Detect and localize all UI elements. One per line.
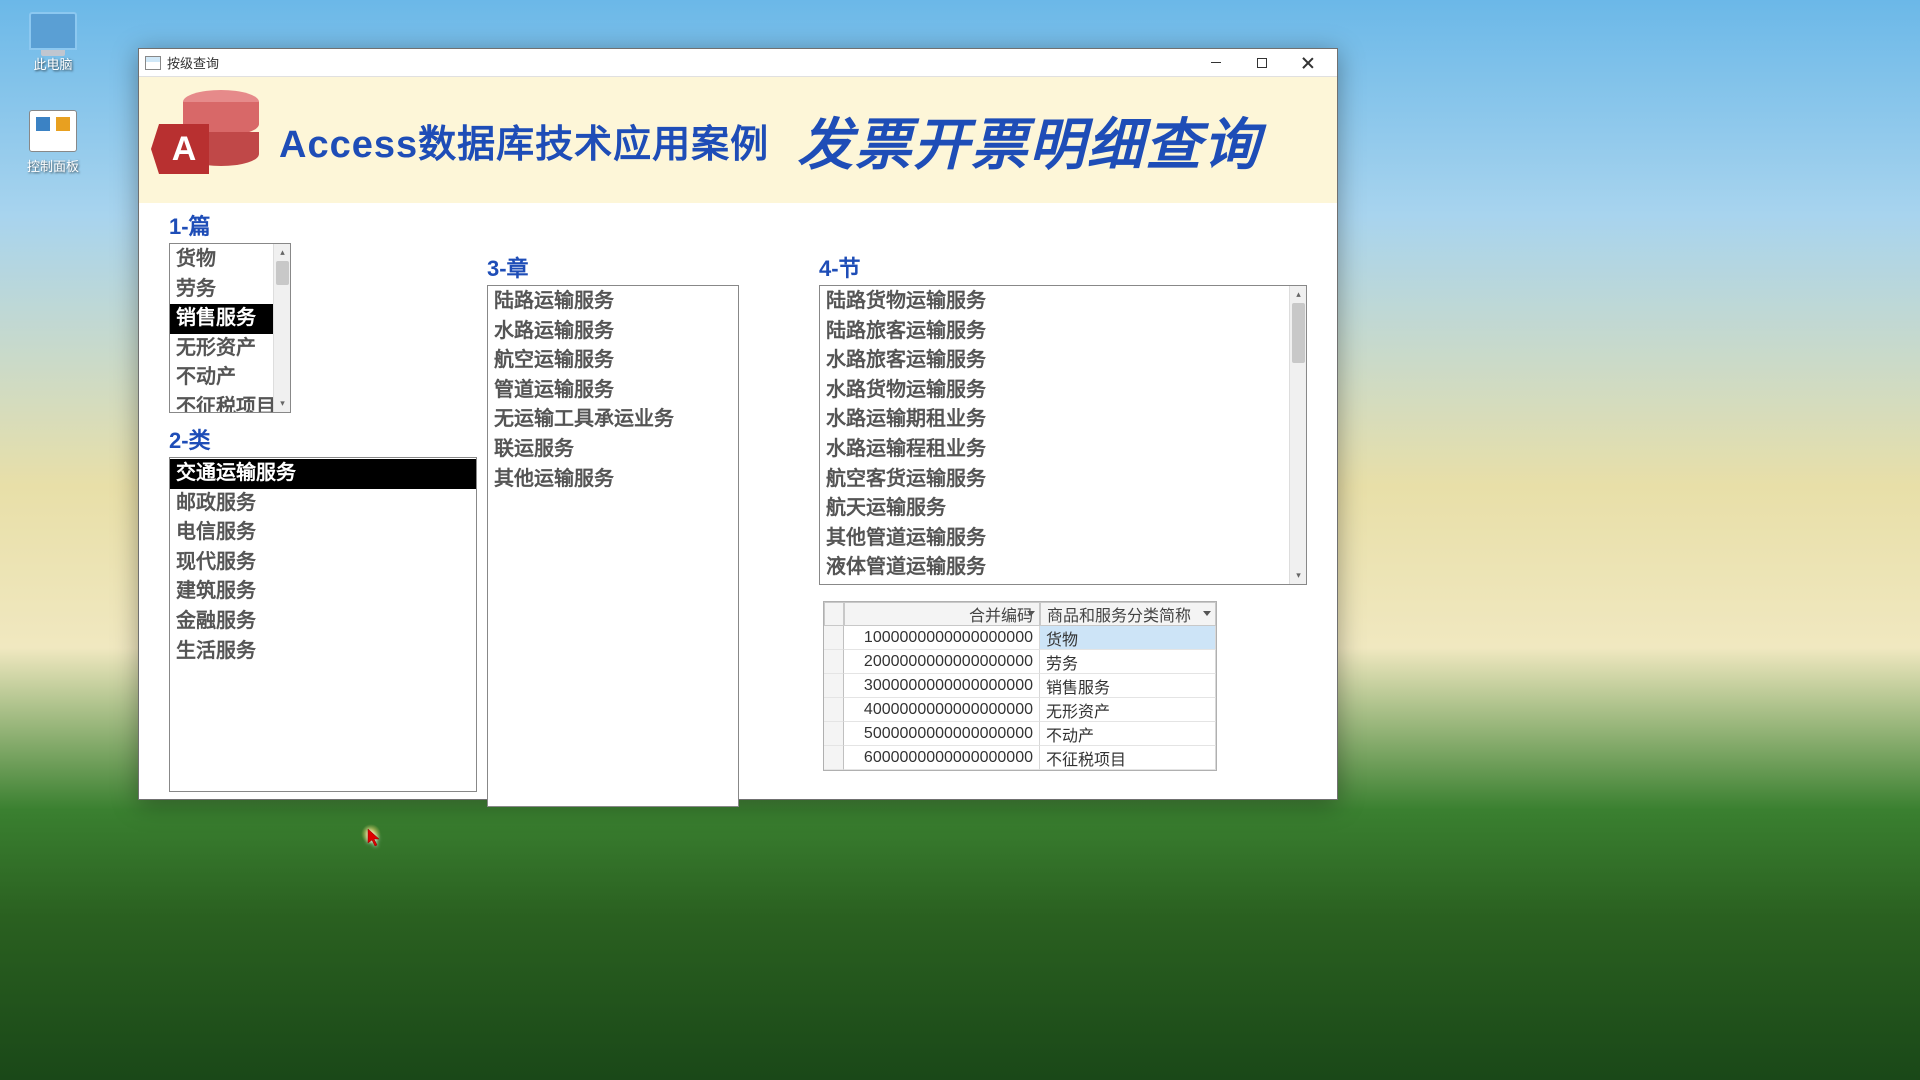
list-item[interactable]: 生活服务 bbox=[170, 637, 476, 667]
list-item[interactable]: 货物 bbox=[170, 245, 290, 275]
cell-name[interactable]: 劳务 bbox=[1040, 650, 1216, 674]
scroll-thumb[interactable] bbox=[1292, 303, 1305, 363]
table-row[interactable]: 4000000000000000000无形资产 bbox=[824, 698, 1216, 722]
section-label-1: 1-篇 bbox=[169, 209, 479, 241]
access-logo: A bbox=[159, 90, 259, 190]
list-item[interactable]: 其他管道运输服务 bbox=[820, 524, 1306, 554]
list-item[interactable]: 邮政服务 bbox=[170, 489, 476, 519]
table-row[interactable]: 2000000000000000000劳务 bbox=[824, 650, 1216, 674]
list-item[interactable]: 陆路运输服务 bbox=[488, 287, 738, 317]
list-item[interactable]: 气体管道运输服务 bbox=[820, 583, 1306, 585]
datagrid-header: 合并编码 商品和服务分类简称 bbox=[824, 602, 1216, 626]
listbox-zhang[interactable]: 陆路运输服务水路运输服务航空运输服务管道运输服务无运输工具承运业务联运服务其他运… bbox=[487, 285, 739, 807]
dropdown-icon[interactable] bbox=[1203, 611, 1211, 616]
list-item[interactable]: 劳务 bbox=[170, 275, 290, 305]
cell-name[interactable]: 不动产 bbox=[1040, 722, 1216, 746]
section-label-3: 3-章 bbox=[487, 251, 741, 283]
dropdown-icon[interactable] bbox=[1027, 611, 1035, 616]
list-item[interactable]: 现代服务 bbox=[170, 548, 476, 578]
control-panel-icon bbox=[29, 110, 77, 152]
list-item[interactable]: 航空客货运输服务 bbox=[820, 465, 1306, 495]
row-selector-header[interactable] bbox=[824, 602, 844, 626]
row-selector[interactable] bbox=[824, 722, 844, 746]
body-area: 1-篇 货物劳务销售服务无形资产不动产不征税项目 ▴ ▾ 2-类 交通运输服务邮… bbox=[139, 203, 1337, 799]
column-header-name[interactable]: 商品和服务分类简称 bbox=[1040, 602, 1216, 626]
pc-icon bbox=[29, 12, 77, 50]
minimize-button[interactable] bbox=[1193, 50, 1239, 76]
app-window: 按级查询 A Access数据库技术应用案例 发票开票明细查询 1-篇 货物劳务… bbox=[138, 48, 1338, 800]
desktop-icon-label: 控制面板 bbox=[8, 156, 98, 175]
desktop-icon-label: 此电脑 bbox=[8, 54, 98, 73]
list-item[interactable]: 其他运输服务 bbox=[488, 465, 738, 495]
scroll-down-icon[interactable]: ▾ bbox=[274, 395, 291, 412]
window-title: 按级查询 bbox=[167, 53, 219, 72]
desktop-icon-this-pc[interactable]: 此电脑 bbox=[8, 12, 98, 73]
section-label-2: 2-类 bbox=[169, 423, 479, 455]
table-row[interactable]: 3000000000000000000销售服务 bbox=[824, 674, 1216, 698]
list-item[interactable]: 电信服务 bbox=[170, 518, 476, 548]
cell-name[interactable]: 货物 bbox=[1040, 626, 1216, 650]
cell-code[interactable]: 3000000000000000000 bbox=[844, 674, 1040, 698]
list-item[interactable]: 金融服务 bbox=[170, 607, 476, 637]
row-selector[interactable] bbox=[824, 698, 844, 722]
table-row[interactable]: 5000000000000000000不动产 bbox=[824, 722, 1216, 746]
list-item[interactable]: 无形资产 bbox=[170, 334, 290, 364]
list-item[interactable]: 水路运输程租业务 bbox=[820, 435, 1306, 465]
table-row[interactable]: 6000000000000000000不征税项目 bbox=[824, 746, 1216, 770]
scroll-down-icon[interactable]: ▾ bbox=[1290, 567, 1307, 584]
mouse-cursor bbox=[367, 828, 383, 848]
listbox-jie[interactable]: 陆路货物运输服务陆路旅客运输服务水路旅客运输服务水路货物运输服务水路运输期租业务… bbox=[819, 285, 1307, 585]
cell-code[interactable]: 4000000000000000000 bbox=[844, 698, 1040, 722]
list-item[interactable]: 水路运输期租业务 bbox=[820, 405, 1306, 435]
maximize-button[interactable] bbox=[1239, 50, 1285, 76]
listbox-lei[interactable]: 交通运输服务邮政服务电信服务现代服务建筑服务金融服务生活服务 bbox=[169, 457, 477, 792]
row-selector[interactable] bbox=[824, 746, 844, 770]
list-item[interactable]: 联运服务 bbox=[488, 435, 738, 465]
list-item[interactable]: 水路运输服务 bbox=[488, 317, 738, 347]
list-item[interactable]: 航空运输服务 bbox=[488, 346, 738, 376]
cell-code[interactable]: 1000000000000000000 bbox=[844, 626, 1040, 650]
header-band: A Access数据库技术应用案例 发票开票明细查询 bbox=[139, 77, 1337, 203]
list-item[interactable]: 无运输工具承运业务 bbox=[488, 405, 738, 435]
row-selector[interactable] bbox=[824, 626, 844, 650]
section-label-4: 4-节 bbox=[819, 251, 1309, 283]
list-item[interactable]: 交通运输服务 bbox=[170, 459, 476, 489]
list-item[interactable]: 不征税项目 bbox=[170, 393, 290, 413]
scrollbar[interactable]: ▴ ▾ bbox=[1289, 286, 1306, 584]
list-item[interactable]: 销售服务 bbox=[170, 304, 290, 334]
cell-code[interactable]: 6000000000000000000 bbox=[844, 746, 1040, 770]
row-selector[interactable] bbox=[824, 674, 844, 698]
list-item[interactable]: 陆路旅客运输服务 bbox=[820, 317, 1306, 347]
scroll-thumb[interactable] bbox=[276, 261, 289, 285]
scrollbar[interactable]: ▴ ▾ bbox=[273, 244, 290, 412]
row-selector[interactable] bbox=[824, 650, 844, 674]
desktop-icon-control-panel[interactable]: 控制面板 bbox=[8, 110, 98, 175]
form-icon bbox=[145, 56, 161, 70]
list-item[interactable]: 航天运输服务 bbox=[820, 494, 1306, 524]
list-item[interactable]: 建筑服务 bbox=[170, 577, 476, 607]
cell-code[interactable]: 5000000000000000000 bbox=[844, 722, 1040, 746]
list-item[interactable]: 水路货物运输服务 bbox=[820, 376, 1306, 406]
close-icon bbox=[1302, 57, 1314, 69]
table-row[interactable]: 1000000000000000000货物 bbox=[824, 626, 1216, 650]
cell-name[interactable]: 销售服务 bbox=[1040, 674, 1216, 698]
titlebar[interactable]: 按级查询 bbox=[139, 49, 1337, 77]
list-item[interactable]: 管道运输服务 bbox=[488, 376, 738, 406]
list-item[interactable]: 陆路货物运输服务 bbox=[820, 287, 1306, 317]
header-subtitle: Access数据库技术应用案例 bbox=[279, 113, 769, 168]
cell-name[interactable]: 不征税项目 bbox=[1040, 746, 1216, 770]
header-title: 发票开票明细查询 bbox=[797, 100, 1261, 181]
scroll-up-icon[interactable]: ▴ bbox=[274, 244, 291, 261]
column-header-code[interactable]: 合并编码 bbox=[844, 602, 1040, 626]
scroll-up-icon[interactable]: ▴ bbox=[1290, 286, 1307, 303]
list-item[interactable]: 不动产 bbox=[170, 363, 290, 393]
datagrid[interactable]: 合并编码 商品和服务分类简称 1000000000000000000货物2000… bbox=[823, 601, 1217, 771]
list-item[interactable]: 液体管道运输服务 bbox=[820, 553, 1306, 583]
cell-name[interactable]: 无形资产 bbox=[1040, 698, 1216, 722]
cell-code[interactable]: 2000000000000000000 bbox=[844, 650, 1040, 674]
list-item[interactable]: 水路旅客运输服务 bbox=[820, 346, 1306, 376]
close-button[interactable] bbox=[1285, 50, 1331, 76]
listbox-pian[interactable]: 货物劳务销售服务无形资产不动产不征税项目 ▴ ▾ bbox=[169, 243, 291, 413]
